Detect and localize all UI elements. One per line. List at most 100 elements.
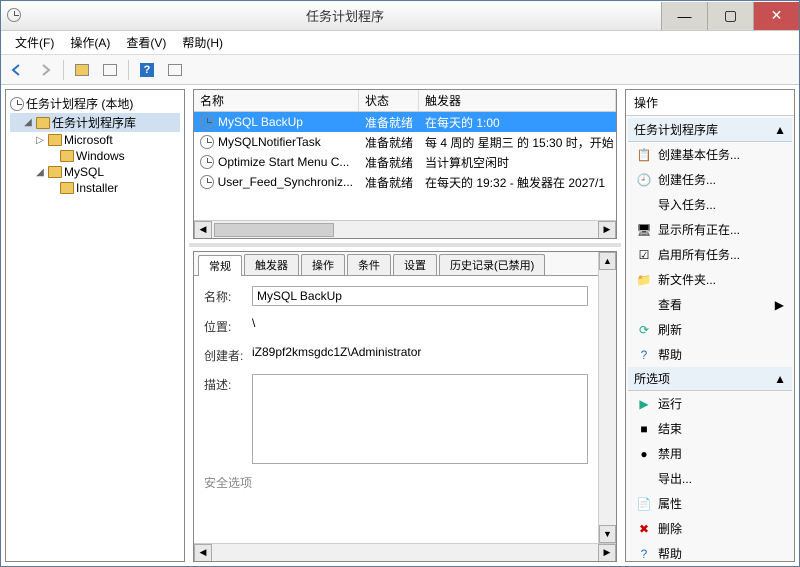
menu-help[interactable]: 帮助(H) [174,32,231,53]
action-new-folder[interactable]: 📁新文件夹... [628,267,792,292]
scroll-down-button[interactable]: ▼ [599,525,616,543]
tab-actions[interactable]: 操作 [301,254,345,275]
tab-content: 名称: 位置: \ 创建者: iZ89pf2kmsgdc1Z\Administr… [194,276,598,543]
action-export[interactable]: 导出... [628,466,792,491]
main-window: 任务计划程序 — ▢ ✕ 文件(F) 操作(A) 查看(V) 帮助(H) ? 任… [0,0,800,567]
task-row[interactable]: Optimize Start Menu C... 准备就绪 当计算机空闲时 [194,152,616,172]
action-help2[interactable]: ?帮助 [628,541,792,561]
task-row[interactable]: MySQL BackUp 准备就绪 在每天的 1:00 [194,112,616,132]
tree-arrow-icon[interactable]: ◢ [34,167,46,178]
scroll-left-button[interactable]: ◀ [194,221,212,239]
horizontal-scrollbar[interactable]: ◀ ▶ [194,543,616,561]
scroll-right-button[interactable]: ▶ [598,544,616,562]
splitter[interactable] [189,243,621,247]
description-input[interactable] [252,374,588,464]
tab-triggers[interactable]: 触发器 [244,254,299,275]
tab-conditions[interactable]: 条件 [347,254,391,275]
tab-settings[interactable]: 设置 [393,254,437,275]
tree-item-windows[interactable]: Windows [10,148,180,164]
task-name: Optimize Start Menu C... [218,155,349,169]
stop-icon: ■ [636,421,652,437]
task-trigger: 在每天的 1:00 [419,114,616,131]
properties-button[interactable] [98,58,122,82]
close-button[interactable]: ✕ [753,2,799,30]
horizontal-scrollbar[interactable]: ◀ ▶ [194,220,616,238]
tree-item-label: MySQL [64,165,104,179]
detail-tabs: 常规 触发器 操作 条件 设置 历史记录(已禁用) [194,252,598,276]
submenu-arrow-icon: ▶ [775,298,784,312]
folder-icon: 📁 [636,272,652,288]
tree-item-label: Installer [76,181,118,195]
enable-icon: ☑ [636,247,652,263]
tab-history[interactable]: 历史记录(已禁用) [439,254,545,275]
forward-button[interactable] [33,58,57,82]
refresh-icon: ⟳ [636,322,652,338]
detail-panel: 常规 触发器 操作 条件 设置 历史记录(已禁用) 名称: [193,251,617,562]
action-properties[interactable]: 📄属性 [628,491,792,516]
tree-arrow-icon[interactable]: ◢ [22,117,34,128]
folder-icon [60,150,74,162]
minimize-button[interactable]: — [661,2,707,30]
show-hide-button[interactable] [70,58,94,82]
scroll-right-button[interactable]: ▶ [598,221,616,239]
task-row[interactable]: User_Feed_Synchroniz... 准备就绪 在每天的 19:32 … [194,172,616,192]
description-label: 描述: [204,374,252,393]
refresh-button[interactable] [163,58,187,82]
col-name[interactable]: 名称 [194,90,359,111]
action-end[interactable]: ■结束 [628,416,792,441]
scroll-up-button[interactable]: ▲ [599,252,616,270]
tree-root-label: 任务计划程序 (本地) [26,95,133,112]
action-disable[interactable]: ●禁用 [628,441,792,466]
maximize-button[interactable]: ▢ [707,2,753,30]
col-trigger[interactable]: 触发器 [419,90,616,111]
delete-icon: ✖ [636,521,652,537]
actions-section-library: 任务计划程序库▲ [628,118,792,142]
list-body: MySQL BackUp 准备就绪 在每天的 1:00 MySQLNotifie… [194,112,616,220]
display-icon: 🖥 [636,222,652,238]
collapse-icon[interactable]: ▲ [774,123,786,137]
menu-action[interactable]: 操作(A) [62,32,118,53]
action-refresh[interactable]: ⟳刷新 [628,317,792,342]
action-view[interactable]: 查看▶ [628,292,792,317]
content-area: 任务计划程序 (本地) ◢任务计划程序库 ▷Microsoft Windows … [1,85,799,566]
task-icon: 🕘 [636,172,652,188]
collapse-icon[interactable]: ▲ [774,372,786,386]
help-button[interactable]: ? [135,58,159,82]
tree-root[interactable]: 任务计划程序 (本地) [10,94,180,113]
vertical-scrollbar[interactable]: ▲ ▼ [598,252,616,543]
task-status: 准备就绪 [359,174,419,191]
tree-arrow-icon[interactable]: ▷ [34,135,46,146]
tree-item-installer[interactable]: Installer [10,180,180,196]
task-name: MySQLNotifierTask [218,135,321,149]
menu-file[interactable]: 文件(F) [7,32,62,53]
task-icon [200,155,214,169]
task-trigger: 当计算机空闲时 [419,154,616,171]
action-run[interactable]: ▶运行 [628,391,792,416]
tree-library[interactable]: ◢ 任务计划程序库 [10,113,180,132]
action-create-basic-task[interactable]: 📋创建基本任务... [628,142,792,167]
task-trigger: 每 4 周的 星期三 的 15:30 时，开始 [419,134,616,151]
toolbar-separator [128,60,129,80]
action-create-task[interactable]: 🕘创建任务... [628,167,792,192]
action-import-task[interactable]: 导入任务... [628,192,792,217]
scroll-left-button[interactable]: ◀ [194,544,212,562]
task-row[interactable]: MySQLNotifierTask 准备就绪 每 4 周的 星期三 的 15:3… [194,132,616,152]
task-icon: 📋 [636,147,652,163]
actions-section-selected: 所选项▲ [628,367,792,391]
action-enable-all[interactable]: ☑启用所有任务... [628,242,792,267]
action-delete[interactable]: ✖删除 [628,516,792,541]
action-show-running[interactable]: 🖥显示所有正在... [628,217,792,242]
tree-library-label: 任务计划程序库 [52,114,136,131]
menu-view[interactable]: 查看(V) [118,32,174,53]
window-title: 任务计划程序 [29,6,661,25]
help-icon: ? [636,546,652,562]
name-input[interactable] [252,286,588,306]
task-name: MySQL BackUp [218,115,303,129]
tree-item-mysql[interactable]: ◢ MySQL [10,164,180,180]
back-button[interactable] [5,58,29,82]
tree-item-microsoft[interactable]: ▷Microsoft [10,132,180,148]
scroll-thumb[interactable] [214,223,334,237]
action-help[interactable]: ?帮助 [628,342,792,367]
tab-general[interactable]: 常规 [198,255,242,276]
col-status[interactable]: 状态 [359,90,419,111]
